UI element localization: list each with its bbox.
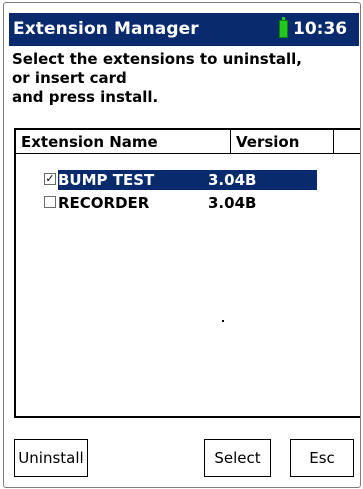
column-header-version[interactable]: Version xyxy=(231,130,334,154)
list-header: Extension Name Version xyxy=(16,130,360,154)
extension-version: 3.04B xyxy=(208,194,257,212)
extension-version: 3.04B xyxy=(208,171,257,189)
title-bar: Extension Manager 10:36 xyxy=(9,13,359,46)
button-bar: Uninstall Select Esc xyxy=(4,435,360,485)
column-header-extension-name[interactable]: Extension Name xyxy=(16,130,231,154)
extension-name: BUMP TEST xyxy=(58,171,155,189)
stray-pixel xyxy=(222,320,224,322)
instructions-line: and press install. xyxy=(12,88,159,106)
instructions-text: Select the extensions to uninstall, or i… xyxy=(12,50,360,107)
instructions-line: or insert card xyxy=(12,69,127,87)
extension-name: RECORDER xyxy=(58,194,150,212)
list-item-selection[interactable]: BUMP TEST 3.04B xyxy=(57,169,318,191)
uninstall-button[interactable]: Uninstall xyxy=(14,439,88,477)
device-frame: Extension Manager 10:36 Select the exten… xyxy=(3,2,361,488)
column-header-filler xyxy=(334,130,360,154)
esc-button[interactable]: Esc xyxy=(290,439,354,477)
checkbox-unchecked-icon[interactable] xyxy=(44,196,56,208)
battery-full-icon xyxy=(279,17,288,38)
instructions-line: Select the extensions to uninstall, xyxy=(12,50,302,68)
extensions-list[interactable]: Extension Name Version ✓ BUMP TEST 3.04B… xyxy=(14,128,360,418)
list-item-selection[interactable]: RECORDER 3.04B xyxy=(58,193,317,213)
select-button[interactable]: Select xyxy=(204,439,271,477)
clock: 10:36 xyxy=(293,19,348,39)
checkbox-checked-icon[interactable]: ✓ xyxy=(44,173,56,185)
window-title: Extension Manager xyxy=(13,19,199,39)
